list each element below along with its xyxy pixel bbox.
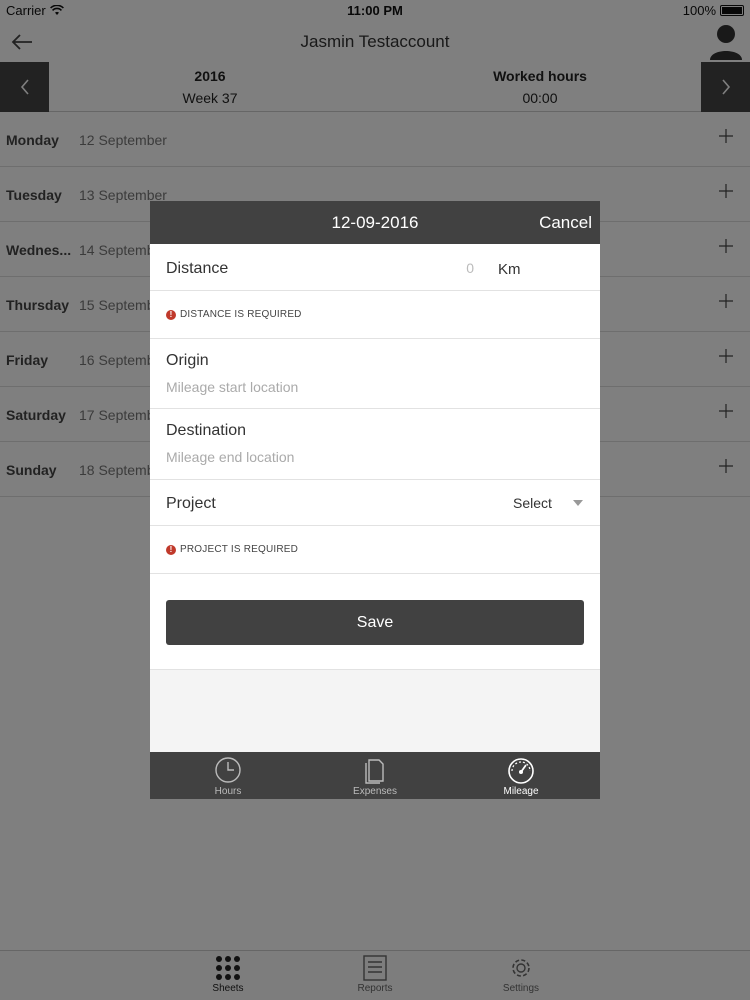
tab-expenses-label: Expenses	[353, 786, 397, 797]
project-select[interactable]: Select	[513, 495, 552, 511]
project-error-text: PROJECT IS REQUIRED	[180, 544, 299, 555]
distance-row: Distance 0 Km	[150, 244, 600, 291]
project-error: ! PROJECT IS REQUIRED	[166, 544, 298, 555]
error-icon: !	[166, 309, 176, 320]
error-icon: !	[166, 544, 176, 555]
destination-row[interactable]: Destination Mileage end location	[150, 409, 600, 480]
dropdown-caret-icon[interactable]	[573, 500, 583, 506]
distance-unit: Km	[498, 261, 521, 278]
distance-input[interactable]: 0	[450, 260, 474, 276]
distance-label: Distance	[166, 260, 229, 277]
destination-label: Destination	[166, 422, 247, 439]
mileage-modal: 12-09-2016 Cancel Distance 0 Km ! DISTAN…	[150, 201, 600, 799]
modal-tab-bar: Hours Expenses Mileage	[150, 752, 600, 799]
save-section: Save	[150, 574, 600, 670]
clock-icon	[215, 757, 241, 783]
modal-date-title: 12-09-2016	[331, 213, 419, 232]
distance-error-row: ! DISTANCE IS REQUIRED	[150, 291, 600, 339]
tab-hours-label: Hours	[214, 786, 242, 797]
mileage-form: Distance 0 Km ! DISTANCE IS REQUIRED Ori…	[150, 244, 600, 670]
origin-input[interactable]: Mileage start location	[166, 379, 298, 395]
distance-error: ! DISTANCE IS REQUIRED	[166, 309, 302, 320]
origin-row[interactable]: Origin Mileage start location	[150, 339, 600, 409]
speedometer-icon	[508, 758, 534, 784]
project-label: Project	[166, 495, 216, 512]
project-row[interactable]: Project Select	[150, 480, 600, 526]
tab-hours[interactable]: Hours	[178, 756, 278, 797]
destination-input[interactable]: Mileage end location	[166, 449, 294, 465]
origin-label: Origin	[166, 352, 209, 369]
cancel-button[interactable]: Cancel	[539, 213, 592, 233]
modal-header: 12-09-2016 Cancel	[150, 201, 600, 244]
tab-mileage-label: Mileage	[503, 786, 539, 797]
tab-expenses[interactable]: Expenses	[325, 756, 425, 797]
documents-icon	[365, 759, 384, 784]
project-error-row: ! PROJECT IS REQUIRED	[150, 526, 600, 574]
save-button[interactable]: Save	[166, 600, 584, 645]
tab-mileage[interactable]: Mileage	[471, 756, 571, 797]
distance-error-text: DISTANCE IS REQUIRED	[180, 309, 302, 320]
